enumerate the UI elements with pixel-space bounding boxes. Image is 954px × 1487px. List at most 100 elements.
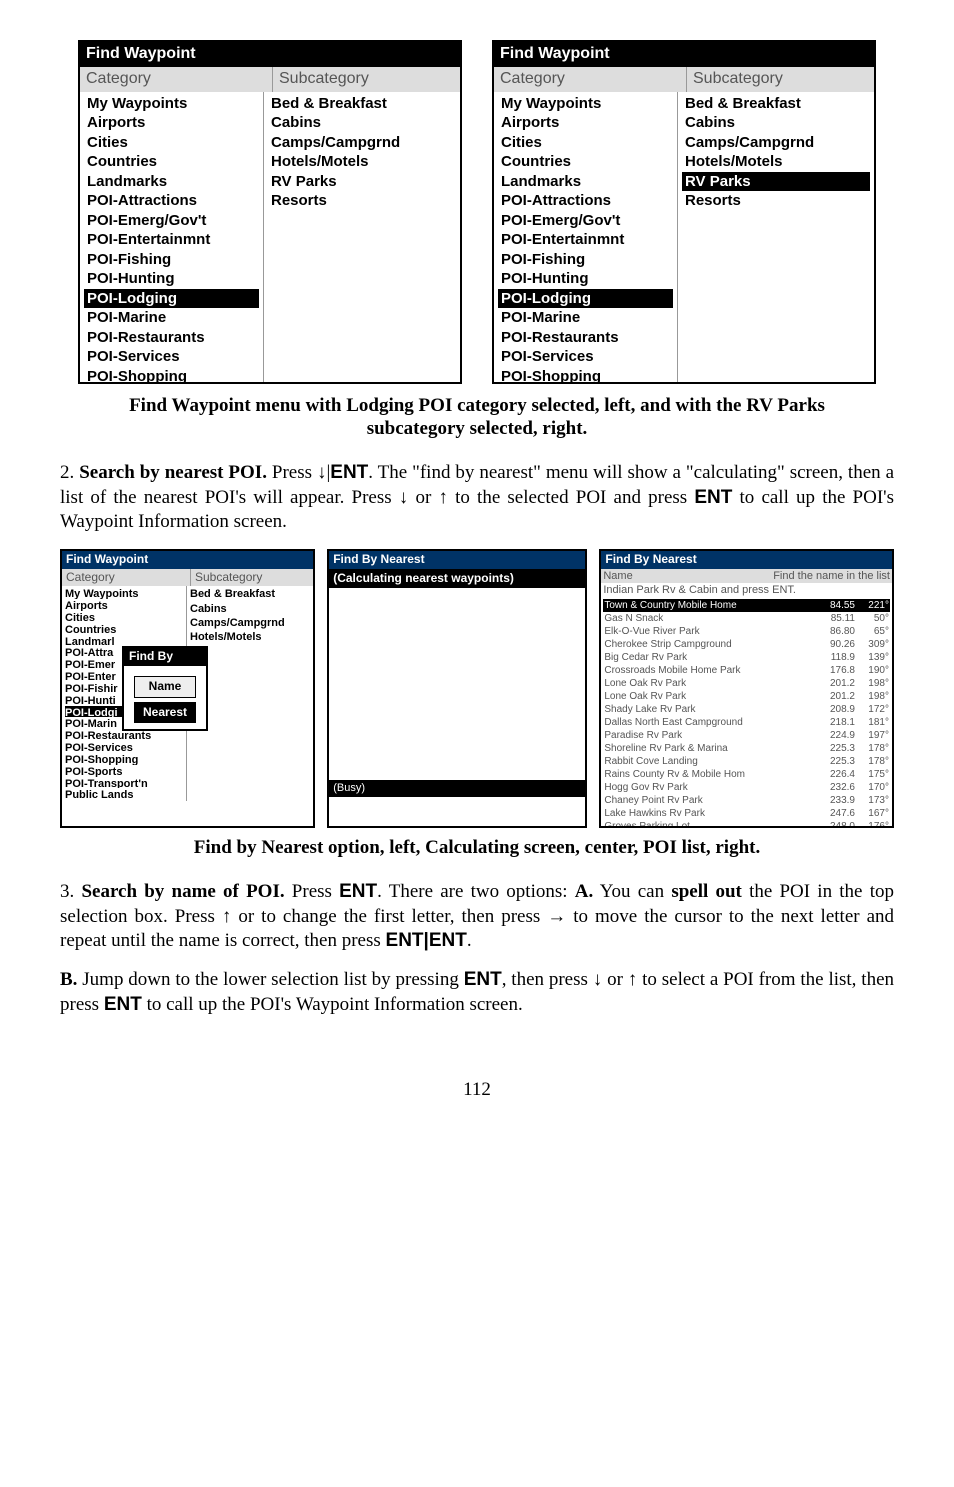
result-row[interactable]: Shady Lake Rv Park208.9172° — [603, 703, 890, 716]
poi-distance: 90.26 — [820, 638, 855, 651]
text: Press ↓| — [267, 462, 330, 483]
page-number: 112 — [60, 1078, 894, 1103]
list-item[interactable]: Public Lands — [65, 788, 183, 800]
result-row[interactable]: Rains County Rv & Mobile Hom226.4175° — [603, 768, 890, 781]
result-row[interactable]: Town & Country Mobile Home84.55221° — [603, 599, 890, 612]
list-item[interactable]: RV Parks — [268, 172, 456, 192]
list-item[interactable]: POI-Services — [84, 347, 259, 367]
list-item[interactable]: Cities — [84, 133, 259, 153]
list-item[interactable]: Cabins — [190, 602, 310, 616]
poi-bearing: 198° — [859, 690, 889, 703]
result-row[interactable]: Rabbit Cove Landing225.3178° — [603, 755, 890, 768]
list-item[interactable]: Cabins — [268, 113, 456, 133]
name-button[interactable]: Name — [134, 676, 196, 698]
result-row[interactable]: Cherokee Strip Campground90.26309° — [603, 638, 890, 651]
list-item[interactable]: POI-Transport'n — [65, 777, 183, 789]
list-item[interactable]: POI-Shopping — [65, 753, 183, 765]
subcategory-list[interactable]: Bed & BreakfastCabinsCamps/CampgrndHotel… — [678, 92, 874, 382]
list-item[interactable]: Countries — [84, 152, 259, 172]
list-item[interactable]: POI-Services — [65, 741, 183, 753]
list-item[interactable]: Camps/Campgrnd — [268, 133, 456, 153]
list-item[interactable]: Resorts — [268, 191, 456, 211]
results-list[interactable]: Town & Country Mobile Home84.55221°Gas N… — [601, 597, 892, 826]
poi-bearing: 309° — [859, 638, 889, 651]
list-item[interactable]: POI-Emerg/Gov't — [498, 211, 673, 231]
list-item[interactable]: My Waypoints — [65, 587, 183, 599]
list-item[interactable]: POI-Shopping — [498, 367, 673, 382]
list-item[interactable]: POI-Entertainmnt — [498, 230, 673, 250]
spell-out: spell out — [671, 881, 742, 902]
list-item[interactable]: POI-Attractions — [498, 191, 673, 211]
category-list[interactable]: My WaypointsAirportsCitiesCountriesLandm… — [494, 92, 678, 382]
subcategory-list[interactable]: Bed & BreakfastCabinsCamps/CampgrndHotel… — [264, 92, 460, 382]
list-item[interactable]: Hotels/Motels — [682, 152, 870, 172]
list-item[interactable]: Hotels/Motels — [190, 630, 310, 644]
poi-name: Chaney Point Rv Park — [604, 794, 816, 807]
list-item[interactable]: Bed & Breakfast — [268, 94, 456, 114]
list-item[interactable]: POI-Hunting — [498, 269, 673, 289]
result-row[interactable]: Gas N Snack85.1150° — [603, 612, 890, 625]
list-item[interactable]: Resorts — [682, 191, 870, 211]
list-item[interactable]: My Waypoints — [84, 94, 259, 114]
result-row[interactable]: Hogg Gov Rv Park232.6170° — [603, 781, 890, 794]
list-item[interactable]: POI-Emerg/Gov't — [84, 211, 259, 231]
list-item[interactable]: POI-Marine — [84, 308, 259, 328]
list-area: My WaypointsAirportsCitiesCountriesLandm… — [80, 92, 460, 382]
list-item[interactable]: POI-Entertainmnt — [84, 230, 259, 250]
list-item[interactable]: Countries — [65, 623, 183, 635]
list-item[interactable]: Landmarl — [65, 635, 183, 647]
key-ent: ENT — [104, 994, 142, 1015]
category-list[interactable]: My WaypointsAirportsCitiesCountriesLandm… — [80, 92, 264, 382]
nearest-button[interactable]: Nearest — [134, 702, 196, 724]
list-item[interactable]: POI-Services — [498, 347, 673, 367]
result-row[interactable]: Elk-O-Vue River Park86.8065° — [603, 625, 890, 638]
result-row[interactable]: Paradise Rv Park224.9197° — [603, 729, 890, 742]
list-item[interactable]: Countries — [498, 152, 673, 172]
list-item[interactable]: Cities — [498, 133, 673, 153]
list-item[interactable]: Airports — [498, 113, 673, 133]
figure2: Find Waypoint Category Subcategory My Wa… — [60, 549, 894, 828]
step-3-text: 3. Search by name of POI. Press ENT. The… — [60, 880, 894, 954]
list-item[interactable]: Airports — [65, 599, 183, 611]
list-item[interactable]: POI-Restaurants — [84, 328, 259, 348]
list-item[interactable]: POI-Sports — [65, 765, 183, 777]
list-item[interactable]: POI-Hunting — [84, 269, 259, 289]
list-item[interactable]: Landmarks — [498, 172, 673, 192]
panel-title: Find Waypoint — [494, 42, 874, 67]
list-item[interactable]: Camps/Campgrnd — [190, 616, 310, 630]
list-item[interactable]: POI-Marine — [498, 308, 673, 328]
result-row[interactable]: Groves Parking Lot248.0176° — [603, 820, 890, 826]
list-item[interactable]: My Waypoints — [498, 94, 673, 114]
poi-bearing: 173° — [859, 794, 889, 807]
list-item[interactable]: Bed & Breakfast — [190, 587, 310, 601]
list-item[interactable]: POI-Lodging — [84, 289, 259, 309]
list-item[interactable]: Hotels/Motels — [268, 152, 456, 172]
result-row[interactable]: Lone Oak Rv Park201.2198° — [603, 677, 890, 690]
dialog-body: Name Nearest — [124, 666, 206, 729]
list-item[interactable]: Airports — [84, 113, 259, 133]
list-item[interactable]: Cabins — [682, 113, 870, 133]
result-row[interactable]: Crossroads Mobile Home Park176.8190° — [603, 664, 890, 677]
list-item[interactable]: POI-Lodging — [498, 289, 673, 309]
list-item[interactable]: Landmarks — [84, 172, 259, 192]
list-item[interactable]: POI-Attractions — [84, 191, 259, 211]
list-item[interactable]: POI-Fishing — [84, 250, 259, 270]
list-item[interactable]: POI-Fishing — [498, 250, 673, 270]
result-row[interactable]: Dallas North East Campground218.1181° — [603, 716, 890, 729]
list-item[interactable]: POI-Restaurants — [498, 328, 673, 348]
result-row[interactable]: Big Cedar Rv Park118.9139° — [603, 651, 890, 664]
result-row[interactable]: Chaney Point Rv Park233.9173° — [603, 794, 890, 807]
poi-name: Lone Oak Rv Park — [604, 677, 816, 690]
find-by-panel: Find Waypoint Category Subcategory My Wa… — [60, 549, 315, 828]
list-item[interactable]: POI-Shopping — [84, 367, 259, 382]
list-item[interactable]: Camps/Campgrnd — [682, 133, 870, 153]
poi-bearing: 176° — [859, 820, 889, 826]
list-item[interactable]: Bed & Breakfast — [682, 94, 870, 114]
result-row[interactable]: Lone Oak Rv Park201.2198° — [603, 690, 890, 703]
result-row[interactable]: Shoreline Rv Park & Marina225.3178° — [603, 742, 890, 755]
list-item[interactable]: RV Parks — [682, 172, 870, 192]
list-item[interactable]: Cities — [65, 611, 183, 623]
poi-distance: 218.1 — [820, 716, 855, 729]
result-row[interactable]: Lake Hawkins Rv Park247.6167° — [603, 807, 890, 820]
column-headers: Category Subcategory — [62, 569, 313, 587]
